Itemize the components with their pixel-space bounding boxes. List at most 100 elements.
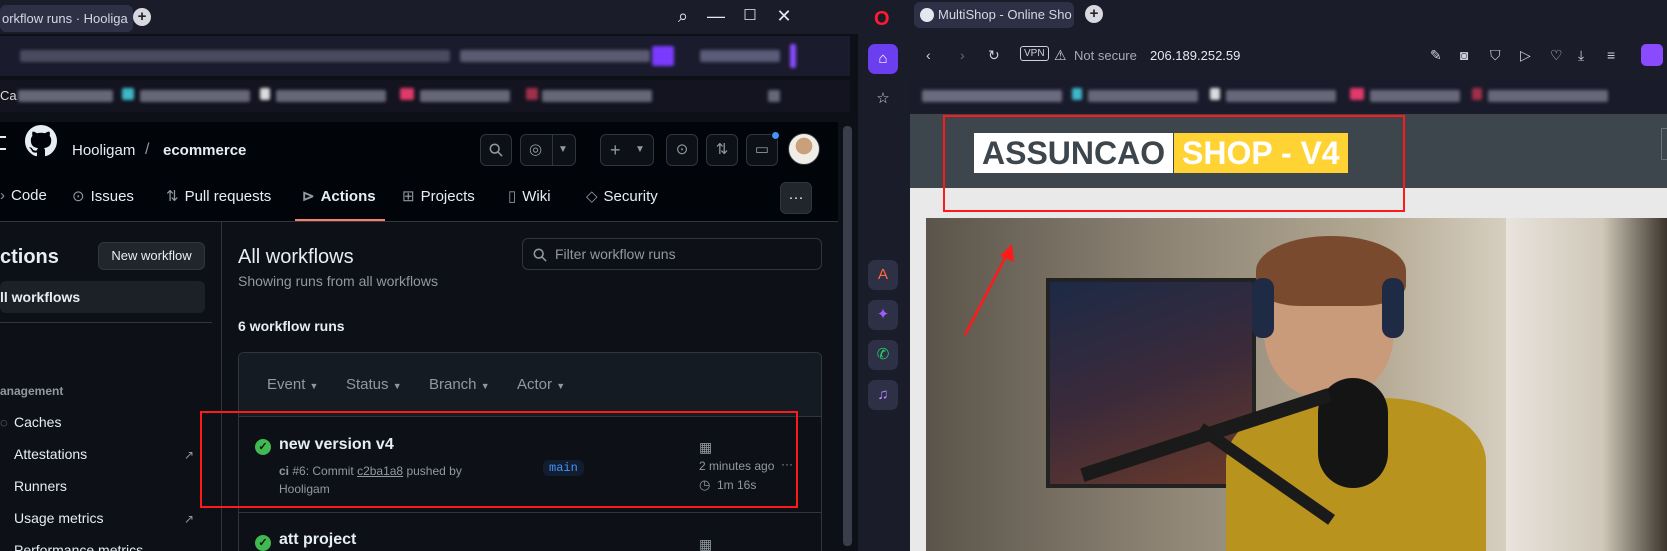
tab-multishop[interactable]: MultiShop - Online Sho: [914, 2, 1074, 28]
music-player-icon[interactable]: ♫: [868, 380, 898, 410]
shield-icon[interactable]: ⛉: [1490, 47, 1501, 64]
play-icon: ⊳: [302, 188, 315, 205]
tab-label: Actions: [320, 188, 376, 205]
bookmarks-bar-blurred-2: Ca: [0, 80, 850, 112]
tab-label: Wiki: [522, 188, 551, 205]
copilot-button[interactable]: ◎ ▼: [520, 134, 576, 166]
home-icon[interactable]: ⌂: [868, 44, 898, 74]
search-icon[interactable]: ⌕: [673, 6, 693, 27]
tab-projects[interactable]: ⊞ Projects: [402, 187, 475, 209]
opera-sidebar: O ⌂ ☆ A ✦ ✆ ♫: [858, 0, 910, 551]
issues-button[interactable]: ⊙: [666, 134, 698, 166]
plus-icon: +: [610, 140, 621, 160]
filter-actor[interactable]: Actor ▼: [517, 376, 565, 393]
tab-title: MultiShop - Online Sho: [938, 7, 1072, 22]
table-icon: ⊞: [402, 188, 415, 205]
sidebar-item-all-workflows[interactable]: ll workflows: [0, 281, 205, 313]
new-workflow-button[interactable]: New workflow: [98, 242, 205, 270]
minimize-button[interactable]: —: [706, 6, 726, 27]
github-logo-icon[interactable]: [25, 125, 57, 157]
search-icon: [489, 143, 503, 157]
left-scrollbar[interactable]: [838, 112, 858, 551]
notification-dot: [771, 131, 780, 140]
tab-label: Pull requests: [184, 188, 272, 205]
tab-pull-requests[interactable]: ⇅ Pull requests: [166, 187, 271, 209]
filter-label: Event: [267, 376, 306, 393]
sidebar-item-label: Usage metrics: [14, 510, 104, 526]
tab-wiki[interactable]: ▯ Wiki: [508, 187, 551, 209]
tab-security[interactable]: ◇ Security: [586, 187, 658, 209]
aria-icon[interactable]: A: [868, 260, 898, 290]
warning-icon[interactable]: ⚠: [1054, 47, 1067, 64]
pull-requests-button[interactable]: ⇅: [706, 134, 738, 166]
repo-name-link[interactable]: ecommerce: [163, 142, 246, 159]
filter-event[interactable]: Event ▼: [267, 376, 318, 393]
filter-branch[interactable]: Branch ▼: [429, 376, 490, 393]
tab-actions[interactable]: ⊳ Actions: [302, 187, 376, 209]
menu-icon[interactable]: ≡: [1607, 47, 1615, 63]
whatsapp-icon[interactable]: ✆: [868, 340, 898, 370]
avatar[interactable]: [788, 133, 820, 165]
pinboard-icon[interactable]: ☆: [868, 84, 898, 114]
left-tab-bar: orkflow runs · Hooliga + ⌕ — ☐ ✕: [0, 0, 858, 34]
new-tab-button[interactable]: +: [1085, 5, 1103, 23]
filter-label: Branch: [429, 376, 477, 393]
favicon-icon: [920, 8, 934, 22]
tab-label: Security: [603, 188, 658, 205]
opera-logo-icon[interactable]: O: [874, 8, 890, 31]
external-link-icon: ↗: [184, 512, 195, 526]
issue-icon: ⊙: [675, 141, 689, 158]
more-tabs-button[interactable]: ···: [780, 182, 812, 214]
bookmark-label-partial: Ca: [0, 88, 17, 103]
sidebar-item-label: Attestations: [14, 446, 88, 462]
filter-label: Actor: [517, 376, 553, 393]
download-icon[interactable]: ⤓: [1578, 47, 1584, 64]
sidebar-item-attestations[interactable]: Attestations: [14, 446, 87, 462]
create-new-button[interactable]: + ▼: [600, 134, 654, 166]
sidebar-item-runners[interactable]: Runners: [14, 478, 67, 494]
camera-icon[interactable]: ◙: [1460, 47, 1468, 63]
new-tab-button[interactable]: +: [133, 8, 151, 26]
tab-label: Projects: [420, 188, 475, 205]
repo-owner-link[interactable]: Hooligam: [72, 142, 135, 159]
sidebar-item-performance-metrics[interactable]: Performance metrics: [14, 542, 143, 551]
tab-code[interactable]: › Code: [0, 187, 47, 209]
profile-icon[interactable]: [1641, 44, 1663, 66]
search-button[interactable]: [480, 134, 512, 166]
workflow-runs-count: 6 workflow runs: [238, 318, 345, 334]
play-icon[interactable]: ▷: [1520, 47, 1531, 64]
inbox-button[interactable]: ▭: [746, 131, 780, 166]
tab-label: Code: [11, 187, 47, 204]
bookmarks-bar-blurred: [0, 36, 850, 76]
chevron-down-icon: ▼: [558, 144, 568, 155]
filter-workflow-runs-input[interactable]: Filter workflow runs: [522, 238, 822, 270]
heart-icon[interactable]: ♡: [1550, 47, 1563, 64]
url-text[interactable]: 206.189.252.59: [1150, 48, 1240, 63]
scrollbar-thumb[interactable]: [843, 126, 852, 546]
sidebar-title: ctions: [0, 246, 59, 268]
hamburger-icon[interactable]: [0, 136, 6, 150]
maximize-button[interactable]: ☐: [740, 6, 760, 24]
table-row[interactable]: ✓ att project ▦: [239, 514, 821, 551]
vpn-badge[interactable]: VPN: [1020, 46, 1049, 61]
close-button[interactable]: ✕: [774, 6, 794, 27]
tab-workflow-runs[interactable]: orkflow runs · Hooliga: [0, 5, 133, 32]
calendar-icon: ▦: [699, 536, 713, 551]
sidebar-item-caches[interactable]: Caches: [14, 414, 61, 430]
cache-icon: ◌: [0, 415, 8, 430]
code-icon: ›: [0, 187, 5, 204]
back-icon[interactable]: ‹: [926, 47, 931, 63]
filter-status[interactable]: Status ▼: [346, 376, 402, 393]
messenger-icon[interactable]: ✦: [868, 300, 898, 330]
edit-icon[interactable]: ✎: [1430, 47, 1442, 64]
run-title[interactable]: att project: [279, 531, 356, 549]
forward-icon[interactable]: ›: [960, 47, 965, 63]
sidebar-item-usage-metrics[interactable]: Usage metrics: [14, 510, 103, 526]
divider: [0, 322, 212, 323]
reload-icon[interactable]: ↻: [988, 47, 1000, 64]
tab-issues[interactable]: ⊙ Issues: [72, 187, 134, 209]
page-subtitle: Showing runs from all workflows: [238, 273, 438, 289]
pull-request-icon: ⇅: [715, 141, 729, 158]
sidebar-item-label: ll workflows: [0, 289, 81, 305]
security-status[interactable]: Not secure: [1074, 48, 1137, 63]
